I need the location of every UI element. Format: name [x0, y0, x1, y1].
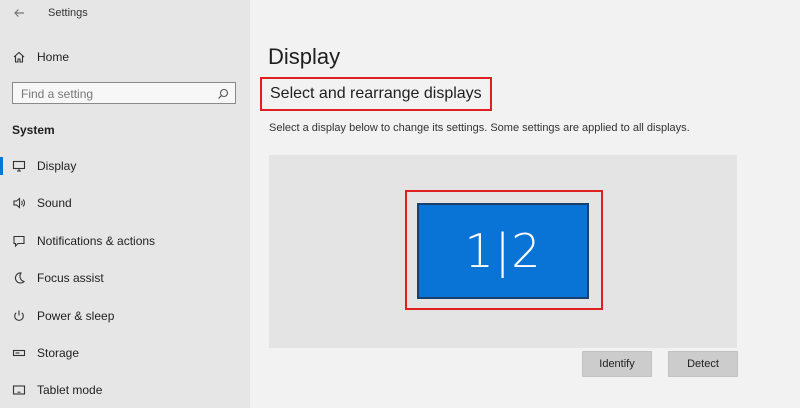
title-bar: Settings	[0, 0, 250, 28]
section-description: Select a display below to change its set…	[269, 122, 690, 134]
main-content: Display Select and rearrange displays Se…	[250, 0, 800, 408]
search-input[interactable]: Find a setting	[12, 82, 236, 104]
sidebar-item-label: Tablet mode	[37, 383, 103, 397]
monitor-icon	[12, 159, 26, 173]
sidebar-item-notifications[interactable]: Notifications & actions	[0, 226, 250, 256]
section-subtitle: Select and rearrange displays	[270, 85, 482, 102]
app-title: Settings	[48, 7, 88, 19]
moon-icon	[12, 271, 26, 285]
identify-button[interactable]: Identify	[582, 351, 652, 377]
sidebar-item-display[interactable]: Display	[0, 151, 250, 181]
notification-icon	[12, 234, 26, 248]
sidebar-item-label: Focus assist	[37, 271, 104, 285]
sidebar-item-label: Storage	[37, 346, 80, 360]
back-arrow-icon[interactable]	[12, 6, 26, 20]
sidebar-item-label: Power & sleep	[37, 309, 115, 323]
sidebar-item-power-sleep[interactable]: Power & sleep	[0, 301, 250, 331]
sidebar-item-label: Home	[37, 50, 70, 64]
page-title: Display	[268, 44, 341, 69]
sidebar-item-sound[interactable]: Sound	[0, 188, 250, 218]
sidebar-item-label: Display	[37, 159, 77, 173]
search-placeholder: Find a setting	[21, 87, 94, 101]
sidebar-item-tablet-mode[interactable]: Tablet mode	[0, 375, 250, 405]
home-icon	[12, 50, 26, 64]
tablet-icon	[12, 383, 26, 397]
subtitle-highlight: Select and rearrange displays	[260, 77, 492, 111]
sidebar-item-label: Sound	[37, 196, 72, 210]
monitor-highlight: 1|2	[405, 190, 603, 310]
sidebar-item-storage[interactable]: Storage	[0, 338, 250, 368]
power-icon	[12, 309, 26, 323]
display-monitor-tile[interactable]: 1|2	[417, 203, 589, 299]
monitor-label: 1|2	[464, 224, 542, 278]
detect-button[interactable]: Detect	[668, 351, 738, 377]
sidebar: Settings Home Find a setting System Disp…	[0, 0, 250, 408]
storage-icon	[12, 346, 26, 360]
sidebar-item-focus-assist[interactable]: Focus assist	[0, 263, 250, 293]
section-heading-system: System	[12, 123, 55, 137]
speaker-icon	[12, 196, 26, 210]
sidebar-item-home[interactable]: Home	[0, 44, 250, 70]
search-icon[interactable]	[217, 87, 229, 99]
sidebar-item-label: Notifications & actions	[37, 234, 156, 248]
display-arrangement-area: 1|2	[269, 155, 737, 348]
